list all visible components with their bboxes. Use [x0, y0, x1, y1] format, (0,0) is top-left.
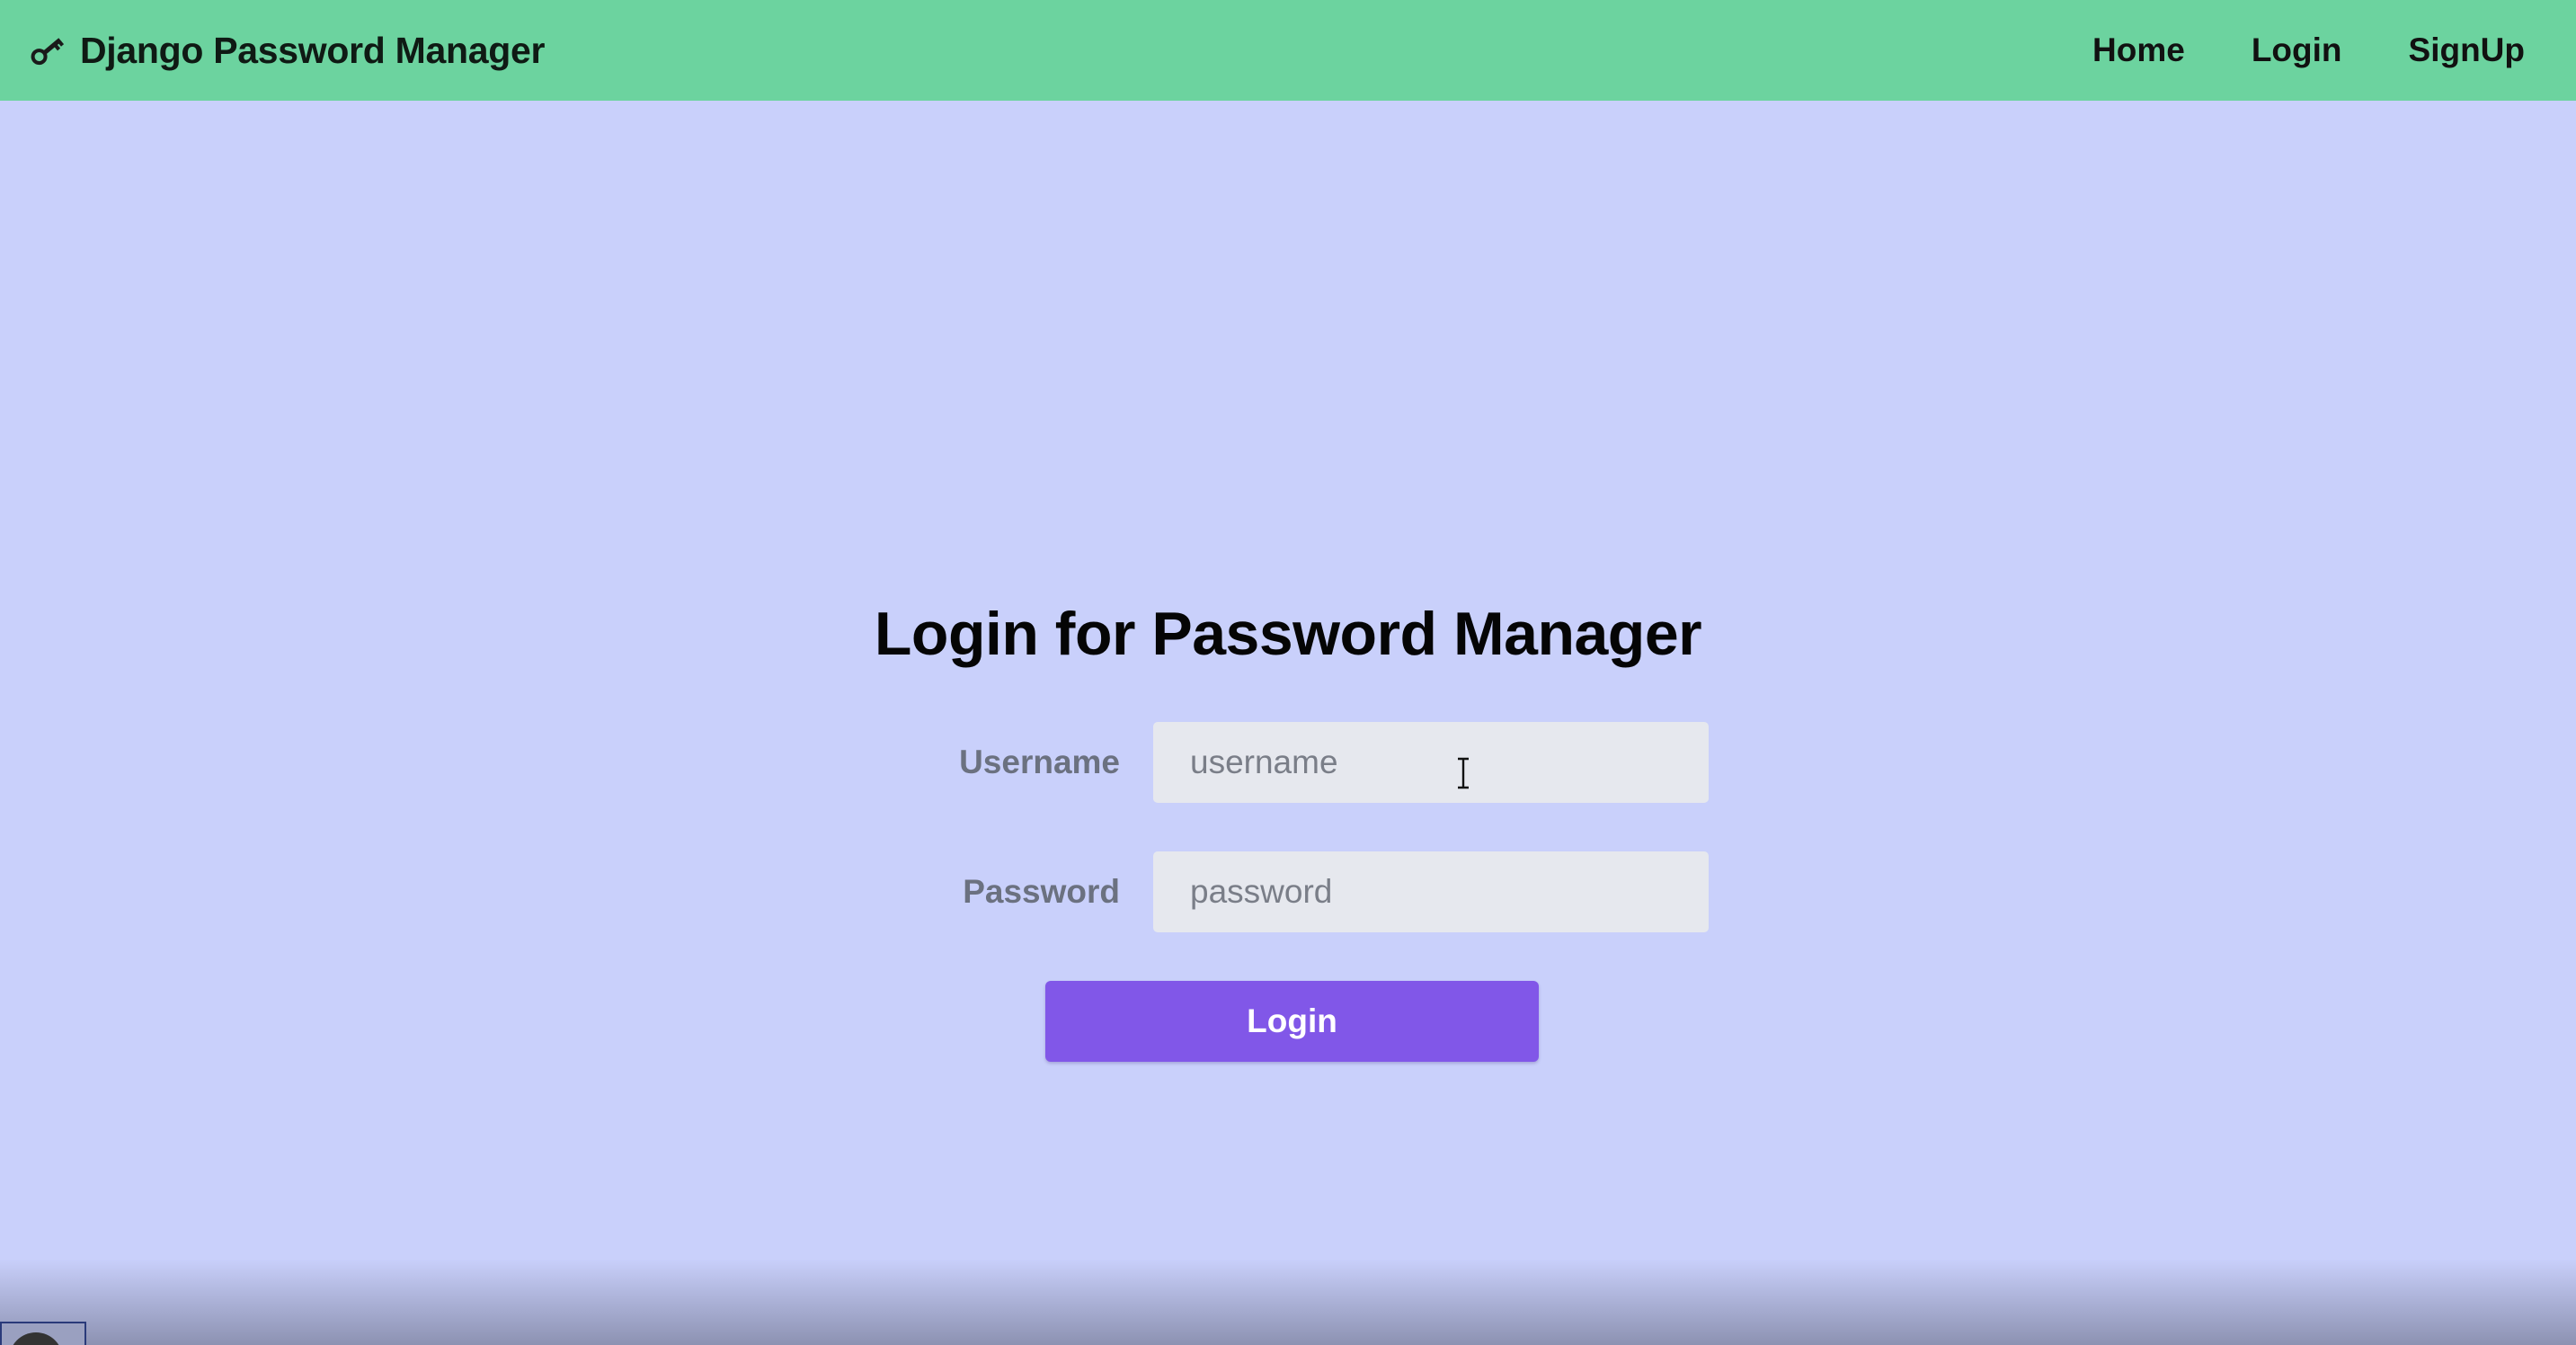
avatar-dot	[9, 1332, 63, 1345]
password-input[interactable]	[1153, 851, 1709, 932]
username-label: Username	[959, 744, 1120, 780]
nav-home-link[interactable]: Home	[2092, 31, 2185, 69]
username-input[interactable]	[1153, 722, 1709, 803]
text-cursor-icon	[1452, 757, 1474, 789]
nav-signup-link[interactable]: SignUp	[2409, 31, 2525, 69]
nav-links: Home Login SignUp	[2092, 31, 2525, 69]
key-icon	[28, 31, 66, 69]
page-title: Login for Password Manager	[874, 600, 1702, 668]
password-row: Password	[0, 851, 2576, 932]
brand-link[interactable]: Django Password Manager	[28, 30, 545, 72]
username-row: Username	[0, 722, 2576, 803]
login-button[interactable]: Login	[1045, 981, 1539, 1062]
password-label: Password	[963, 873, 1120, 910]
bottom-fade	[0, 1259, 2576, 1345]
brand-title: Django Password Manager	[80, 29, 546, 71]
corner-widget[interactable]	[0, 1322, 86, 1345]
nav-login-link[interactable]: Login	[2252, 31, 2342, 69]
top-navbar: Django Password Manager Home Login SignU…	[0, 0, 2576, 101]
